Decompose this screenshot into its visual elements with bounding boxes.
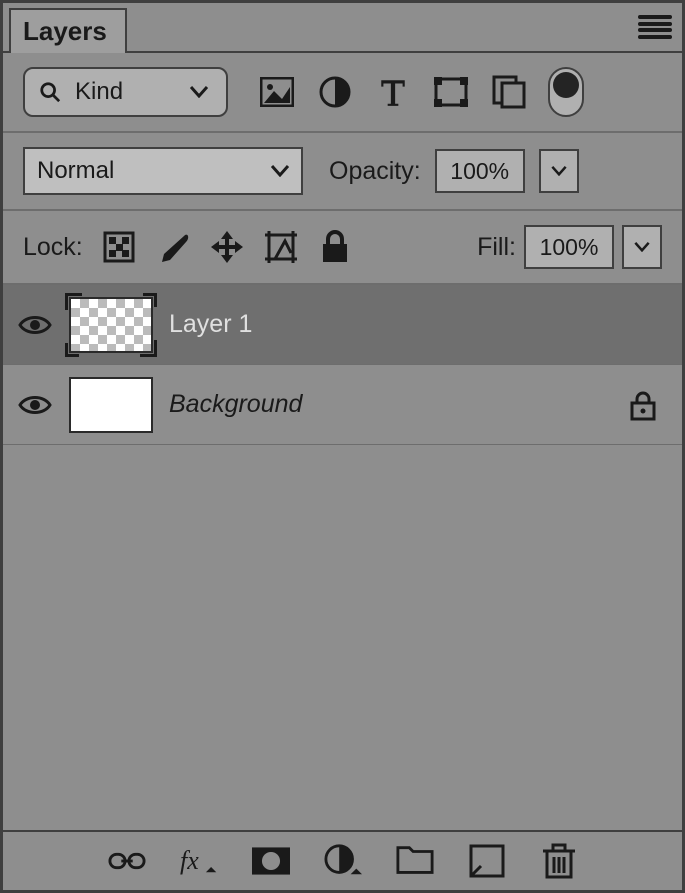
filter-row: Kind xyxy=(3,53,682,133)
new-layer-icon[interactable] xyxy=(468,844,506,878)
lock-artboard-icon[interactable] xyxy=(263,229,299,265)
adjustment-layer-filter-icon[interactable] xyxy=(318,75,352,109)
lock-label: Lock: xyxy=(23,233,83,262)
smartobject-layer-filter-icon[interactable] xyxy=(492,75,526,109)
toggle-dot xyxy=(553,72,579,98)
lock-all-icon[interactable] xyxy=(317,229,353,265)
chevron-down-icon xyxy=(271,165,289,177)
blend-opacity-row: Normal Opacity: 100% xyxy=(3,133,682,211)
fill-label: Fill: xyxy=(477,233,516,262)
link-layers-icon[interactable] xyxy=(108,844,146,878)
lock-transparency-icon[interactable] xyxy=(101,229,137,265)
filter-type-icons xyxy=(260,75,526,109)
layer-name[interactable]: Layer 1 xyxy=(169,310,252,339)
shape-layer-filter-icon[interactable] xyxy=(434,75,468,109)
filter-toggle[interactable] xyxy=(548,67,584,117)
blend-mode-select[interactable]: Normal xyxy=(23,147,303,195)
blend-mode-value: Normal xyxy=(37,157,114,185)
delete-layer-icon[interactable] xyxy=(540,844,578,878)
panel-tabbar: Layers xyxy=(3,3,682,53)
panel-menu-button[interactable] xyxy=(638,15,672,39)
opacity-dropdown-button[interactable] xyxy=(539,149,579,193)
fill-value-field[interactable]: 100% xyxy=(524,225,614,269)
lock-position-icon[interactable] xyxy=(209,229,245,265)
pixel-layer-filter-icon[interactable] xyxy=(260,75,294,109)
layer-mask-icon[interactable] xyxy=(252,844,290,878)
type-layer-filter-icon[interactable] xyxy=(376,75,410,109)
filter-kind-label: Kind xyxy=(75,78,123,106)
tab-layers[interactable]: Layers xyxy=(9,8,127,53)
lock-indicator-icon[interactable] xyxy=(630,391,658,419)
opacity-value-field[interactable]: 100% xyxy=(435,149,525,193)
tab-layers-label: Layers xyxy=(23,16,107,46)
visibility-toggle[interactable] xyxy=(17,391,53,419)
search-icon xyxy=(39,81,61,103)
lock-pixels-icon[interactable] xyxy=(155,229,191,265)
fill-value: 100% xyxy=(540,234,599,261)
panel-bottom-toolbar: fx xyxy=(3,832,682,890)
layer-thumbnail[interactable] xyxy=(69,297,153,353)
fill-dropdown-button[interactable] xyxy=(622,225,662,269)
opacity-value: 100% xyxy=(450,158,509,185)
filter-kind-select[interactable]: Kind xyxy=(23,67,228,117)
new-group-icon[interactable] xyxy=(396,844,434,878)
chevron-down-icon xyxy=(190,86,208,98)
layer-list: Layer 1 Background xyxy=(3,285,682,832)
opacity-label: Opacity: xyxy=(329,157,421,186)
svg-text:fx: fx xyxy=(180,846,199,875)
layer-style-icon[interactable]: fx xyxy=(180,844,218,878)
layer-name[interactable]: Background xyxy=(169,390,302,419)
visibility-toggle[interactable] xyxy=(17,311,53,339)
layer-row[interactable]: Background xyxy=(3,365,682,445)
adjustment-layer-icon[interactable] xyxy=(324,844,362,878)
lock-fill-row: Lock: Fill: 100% xyxy=(3,211,682,285)
layer-thumbnail[interactable] xyxy=(69,377,153,433)
layer-row[interactable]: Layer 1 xyxy=(3,285,682,365)
